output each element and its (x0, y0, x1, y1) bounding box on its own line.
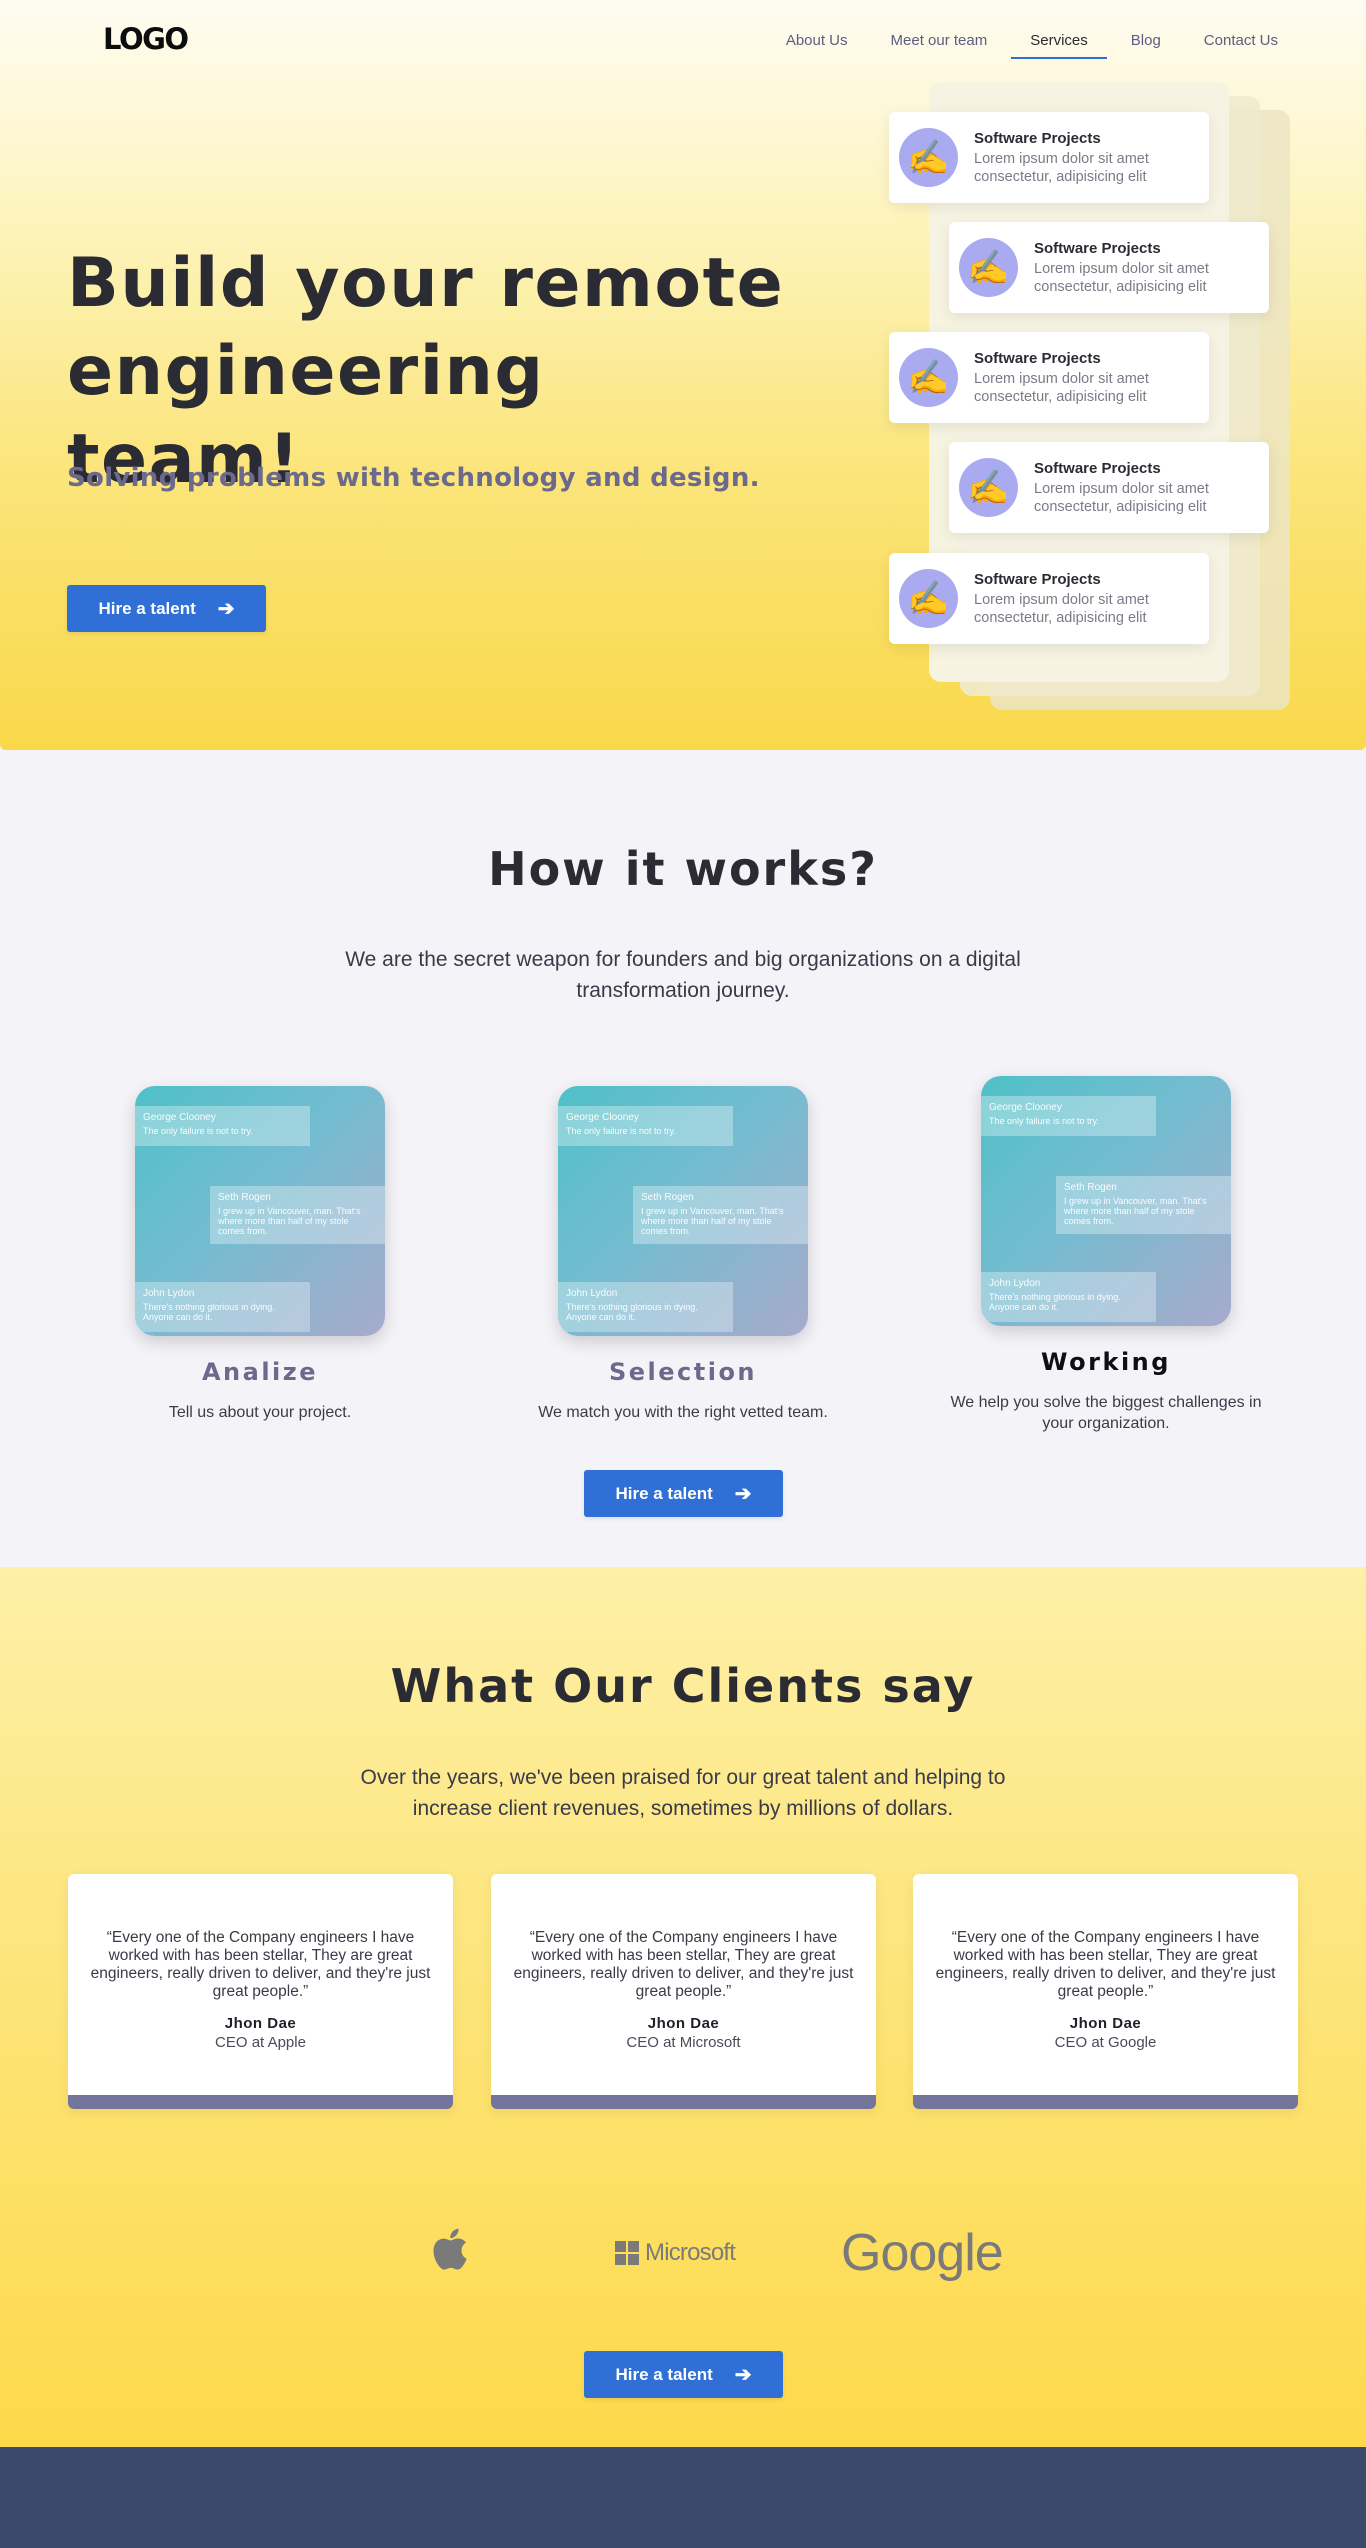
hire-talent-label: Hire a talent (98, 598, 196, 618)
project-desc: Lorem ipsum dolor sit amet consectetur, … (974, 591, 1149, 626)
step-image: George Clooney The only failure is not to… (135, 1086, 385, 1336)
step-working: George Clooney The only failure is not to… (931, 1076, 1281, 1434)
testimonial-role: CEO at Microsoft (626, 2034, 741, 2051)
step-desc: We help you solve the biggest challenges… (950, 1394, 1262, 1432)
footer (0, 2447, 1366, 2548)
how-desc: We are the secret weapon for founders an… (345, 948, 1021, 1002)
testimonial-card: “Every one of the Company engineers I ha… (68, 1874, 453, 2109)
project-card[interactable]: ✍️ Software Projects Lorem ipsum dolor s… (889, 553, 1209, 644)
microsoft-logo: Microsoft (615, 2239, 736, 2267)
writing-hand-icon: ✍️ (899, 348, 958, 407)
testimonial-quote: “Every one of the Company engineers I ha… (935, 1929, 1276, 2000)
step-desc: Tell us about your project. (168, 1404, 352, 1421)
how-it-works-section: How it works? We are the secret weapon f… (0, 750, 1366, 1567)
clients-title: What Our Clients say (390, 1659, 976, 1713)
nav-links: About Us Meet our team Services Blog Con… (743, 30, 1278, 59)
arrow-right-icon: ➔ (734, 1482, 752, 1505)
testimonial-role: CEO at Apple (215, 2034, 306, 2051)
chat-bubble: Seth Rogen I grew up in Vancouver, man. T… (1056, 1176, 1231, 1234)
hire-talent-label: Hire a talent (615, 2364, 713, 2384)
arrow-right-icon: ➔ (734, 2363, 752, 2386)
hire-talent-button[interactable]: Hire a talent ➔ (584, 1470, 783, 1517)
clients-desc: Over the years, we've been praised for o… (360, 1766, 1006, 1820)
hero-subtitle: Solving problems with technology and des… (67, 463, 760, 493)
testimonial-card: “Every one of the Company engineers I ha… (913, 1874, 1298, 2109)
project-card[interactable]: ✍️ Software Projects Lorem ipsum dolor s… (949, 222, 1269, 313)
card-accent-bar (68, 2095, 453, 2109)
hire-talent-label: Hire a talent (615, 1483, 713, 1503)
step-desc: We match you with the right vetted team. (538, 1404, 828, 1421)
windows-grid-icon (615, 2241, 639, 2265)
microsoft-wordmark: Microsoft (645, 2239, 736, 2266)
project-desc: Lorem ipsum dolor sit amet consectetur, … (974, 370, 1149, 405)
card-accent-bar (491, 2095, 876, 2109)
hero-section: LOGO About Us Meet our team Services Blo… (0, 0, 1366, 750)
apple-logo-icon (432, 2227, 468, 2271)
testimonial-name: Jhon Dae (224, 2015, 297, 2032)
testimonial-name: Jhon Dae (647, 2015, 720, 2032)
clients-section: What Our Clients say Over the years, we'… (0, 1567, 1366, 2447)
nav-link-about-us[interactable]: About Us (786, 30, 848, 59)
card-accent-bar (913, 2095, 1298, 2109)
chat-bubble: George Clooney The only failure is not to… (135, 1106, 310, 1146)
nav-link-blog[interactable]: Blog (1131, 30, 1161, 59)
step-title: Analize (201, 1358, 319, 1386)
writing-hand-icon: ✍️ (959, 458, 1018, 517)
chat-bubble: Seth Rogen I grew up in Vancouver, man. T… (633, 1186, 808, 1244)
nav-link-contact-us[interactable]: Contact Us (1204, 30, 1278, 59)
project-card[interactable]: ✍️ Software Projects Lorem ipsum dolor s… (949, 442, 1269, 533)
hire-talent-button[interactable]: Hire a talent ➔ (584, 2351, 783, 2398)
testimonial-quote: “Every one of the Company engineers I ha… (90, 1929, 431, 2000)
writing-hand-icon: ✍️ (959, 238, 1018, 297)
project-desc: Lorem ipsum dolor sit amet consectetur, … (1034, 260, 1209, 295)
step-title: Working (1041, 1348, 1171, 1376)
nav-link-services[interactable]: Services (1011, 30, 1107, 59)
step-image: George Clooney The only failure is not to… (981, 1076, 1231, 1326)
testimonial-role: CEO at Google (1054, 2034, 1157, 2051)
hire-talent-button[interactable]: Hire a talent ➔ (67, 585, 266, 632)
google-logo: Google (841, 2224, 1004, 2282)
step-title: Selection (608, 1358, 758, 1386)
testimonial-quote: “Every one of the Company engineers I ha… (513, 1929, 854, 2000)
chat-bubble: John Lydon There's nothing glorious in dy… (981, 1272, 1156, 1322)
testimonial-card: “Every one of the Company engineers I ha… (491, 1874, 876, 2109)
project-card[interactable]: ✍️ Software Projects Lorem ipsum dolor s… (889, 112, 1209, 203)
chat-bubble: George Clooney The only failure is not to… (558, 1106, 733, 1146)
project-desc: Lorem ipsum dolor sit amet consectetur, … (1034, 480, 1209, 515)
chat-bubble: George Clooney The only failure is not to… (981, 1096, 1156, 1136)
writing-hand-icon: ✍️ (899, 128, 958, 187)
arrow-right-icon: ➔ (217, 597, 235, 620)
chat-bubble: John Lydon There's nothing glorious in dy… (135, 1282, 310, 1332)
step-selection: George Clooney The only failure is not to… (508, 1086, 858, 1423)
project-title: Software Projects (1034, 239, 1161, 257)
project-title: Software Projects (974, 570, 1101, 588)
nav-link-meet-our-team[interactable]: Meet our team (891, 30, 988, 59)
chat-bubble: John Lydon There's nothing glorious in dy… (558, 1282, 733, 1332)
project-title: Software Projects (974, 129, 1101, 147)
step-analize: George Clooney The only failure is not to… (85, 1086, 435, 1423)
project-title: Software Projects (974, 349, 1101, 367)
project-card[interactable]: ✍️ Software Projects Lorem ipsum dolor s… (889, 332, 1209, 423)
writing-hand-icon: ✍️ (899, 569, 958, 628)
how-title: How it works? (488, 842, 878, 896)
project-desc: Lorem ipsum dolor sit amet consectetur, … (974, 150, 1149, 185)
chat-bubble: Seth Rogen I grew up in Vancouver, man. T… (210, 1186, 385, 1244)
project-title: Software Projects (1034, 459, 1161, 477)
logo[interactable]: LOGO (103, 22, 189, 56)
step-image: George Clooney The only failure is not to… (558, 1086, 808, 1336)
top-nav: LOGO About Us Meet our team Services Blo… (0, 0, 1366, 80)
testimonial-name: Jhon Dae (1069, 2015, 1142, 2032)
